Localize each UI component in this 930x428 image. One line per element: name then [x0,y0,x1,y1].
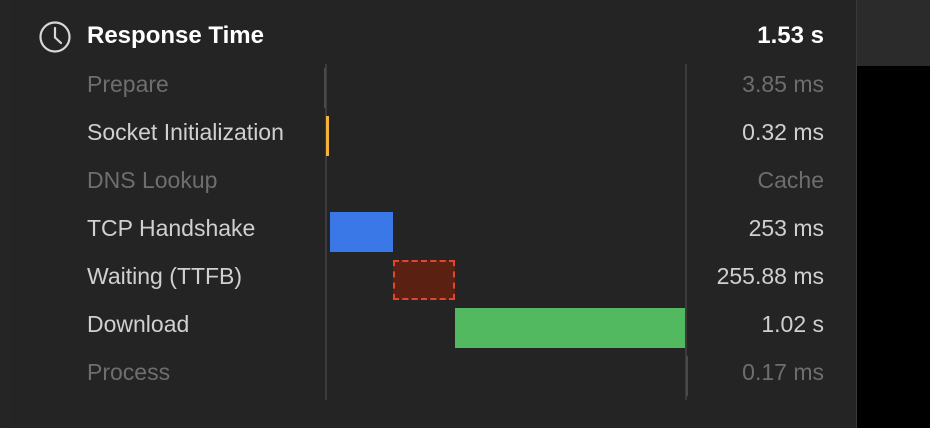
timing-label: Download [87,311,190,337]
socket-initialization-bar [326,116,329,156]
timing-label: TCP Handshake [87,215,256,241]
timing-label: Socket Initialization [87,119,284,145]
timing-value: 255.88 ms [716,263,824,289]
response-time-header: Response Time 1.53 s [10,12,857,60]
window-left-edge [0,0,10,428]
response-time-popover: Response Time 1.53 s Prepare 3.85 ms Socke… [10,0,857,428]
response-time-title: Response Time [87,22,264,49]
timing-row-tcp-handshake: TCP Handshake 253 ms [10,204,857,252]
timing-label: Process [87,359,171,385]
timing-label: Waiting (TTFB) [87,263,243,289]
timing-row-socket-initialization: Socket Initialization 0.32 ms [10,108,857,156]
timing-value: 0.32 ms [742,119,824,145]
prepare-marker [324,68,326,108]
timing-value: Cache [757,167,824,193]
timing-row-process: Process 0.17 ms [10,348,857,396]
process-marker [686,356,688,396]
timing-value: 0.17 ms [742,359,824,385]
download-bar [455,308,685,348]
response-time-total: 1.53 s [757,22,824,49]
timing-value: 253 ms [748,215,824,241]
waiting-ttfb-bar [393,260,455,300]
timing-row-download: Download 1.02 s [10,300,857,348]
timing-label: Prepare [87,71,169,97]
timing-label: DNS Lookup [87,167,218,193]
timing-value: 3.85 ms [742,71,824,97]
timing-value: 1.02 s [761,311,824,337]
tcp-handshake-bar [330,212,393,252]
clock-icon [39,21,71,53]
timing-row-prepare: Prepare 3.85 ms [10,60,857,108]
timing-row-dns-lookup: DNS Lookup Cache [10,156,857,204]
